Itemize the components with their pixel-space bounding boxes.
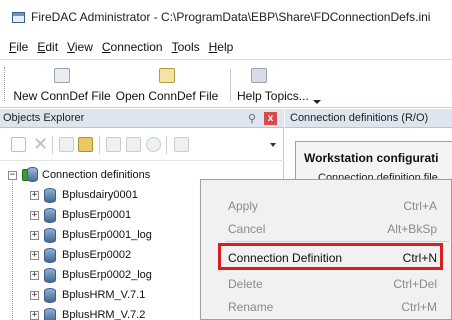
database-icon: [44, 208, 56, 223]
settings-icon[interactable]: [146, 137, 161, 152]
pin-icon[interactable]: ⚲: [248, 112, 256, 125]
context-menu: Apply Ctrl+A Cancel Alt+BkSp Connection …: [200, 179, 452, 320]
objects-explorer-header: Objects Explorer ⚲ x: [0, 109, 284, 128]
copy-icon[interactable]: [59, 137, 74, 152]
menu-edit[interactable]: Edit: [37, 40, 58, 54]
menu-connection[interactable]: Connection: [102, 40, 163, 54]
sql-icon[interactable]: [174, 137, 189, 152]
expand-icon[interactable]: +: [30, 191, 39, 200]
menu-separator: [225, 241, 449, 242]
objects-explorer-title: Objects Explorer: [3, 112, 85, 124]
app-window-icon: [12, 11, 25, 23]
expand-icon[interactable]: +: [30, 311, 39, 320]
menu-item-delete[interactable]: Delete Ctrl+Del: [201, 272, 451, 295]
expand-icon[interactable]: +: [30, 271, 39, 280]
grid-icon[interactable]: [106, 137, 121, 152]
workstation-config-title: Workstation configurati: [304, 151, 439, 165]
dropdown-arrow-icon: [312, 100, 321, 104]
new-conndef-button[interactable]: New ConnDef File: [13, 65, 111, 105]
help-book-icon: [251, 68, 267, 83]
highlight-annotation-box: [218, 243, 443, 270]
expand-icon[interactable]: +: [30, 231, 39, 240]
menu-file[interactable]: File: [9, 40, 28, 54]
menu-item-cancel[interactable]: Cancel Alt+BkSp: [201, 217, 451, 240]
menu-help[interactable]: Help: [209, 40, 234, 54]
database-icon: [44, 308, 56, 320]
main-toolbar: New ConnDef File Open ConnDef File Help …: [0, 61, 452, 108]
toolbar-separator: [230, 69, 231, 101]
help-topics-button[interactable]: Help Topics...: [237, 65, 321, 105]
connection-definitions-icon: [22, 167, 39, 183]
collapse-icon[interactable]: −: [8, 171, 17, 180]
menu-view[interactable]: View: [67, 40, 93, 54]
expand-icon[interactable]: +: [30, 251, 39, 260]
menu-bar: File Edit View Connection Tools Help: [0, 34, 452, 60]
new-file-icon: [54, 68, 70, 83]
expand-icon[interactable]: +: [30, 291, 39, 300]
toolbar-overflow-icon[interactable]: [270, 143, 276, 147]
database-icon: [44, 288, 56, 303]
menu-item-rename[interactable]: Rename Ctrl+M: [201, 295, 451, 318]
menu-tools[interactable]: Tools: [172, 40, 200, 54]
database-icon: [44, 188, 56, 203]
expand-icon[interactable]: +: [30, 211, 39, 220]
new-item-icon[interactable]: [11, 137, 26, 152]
objects-toolbar: ✕: [0, 129, 284, 161]
menu-item-apply[interactable]: Apply Ctrl+A: [201, 194, 451, 217]
database-icon: [44, 268, 56, 283]
title-bar: FireDAC Administrator - C:\ProgramData\E…: [0, 0, 452, 34]
toolbar-grip[interactable]: [4, 67, 7, 101]
connection-definitions-tab[interactable]: Connection definitions (R/O): [285, 109, 452, 128]
open-folder-icon: [159, 68, 175, 83]
open-conndef-button[interactable]: Open ConnDef File: [114, 65, 220, 105]
close-pane-button[interactable]: x: [264, 112, 277, 125]
delete-icon[interactable]: ✕: [33, 135, 48, 153]
window-title: FireDAC Administrator - C:\ProgramData\E…: [31, 10, 431, 24]
database-icon: [44, 248, 56, 263]
document-icon[interactable]: [126, 137, 141, 152]
open-folder-icon[interactable]: [78, 137, 93, 152]
database-icon: [44, 228, 56, 243]
